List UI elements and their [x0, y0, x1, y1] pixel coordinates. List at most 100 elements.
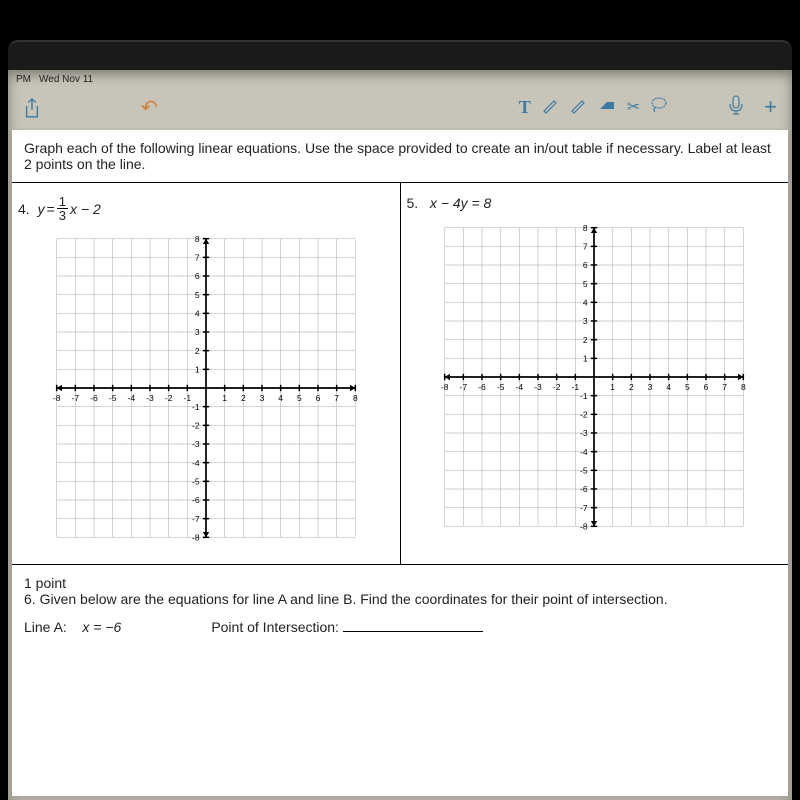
svg-text:-8: -8 — [580, 522, 588, 532]
problem-4-equation: 4. y = 1 3 x − 2 — [18, 191, 394, 228]
svg-text:-4: -4 — [580, 447, 588, 457]
svg-text:-3: -3 — [580, 428, 588, 438]
plus-icon[interactable]: + — [764, 94, 777, 120]
svg-text:2: 2 — [241, 393, 246, 403]
svg-text:3: 3 — [583, 316, 588, 326]
share-icon[interactable] — [23, 97, 41, 117]
scissors-tool-icon[interactable]: ✂ — [627, 97, 640, 117]
svg-text:7: 7 — [334, 393, 339, 403]
tool-icons-group: T ✂ — [519, 96, 668, 119]
svg-text:-4: -4 — [516, 382, 524, 392]
svg-text:-4: -4 — [192, 458, 200, 468]
lasso-tool-icon[interactable] — [650, 96, 668, 119]
svg-text:-2: -2 — [580, 410, 588, 420]
svg-text:-1: -1 — [572, 382, 580, 392]
worksheet-page: Graph each of the following linear equat… — [12, 130, 788, 796]
svg-text:1: 1 — [195, 365, 200, 375]
svg-text:8: 8 — [741, 382, 746, 392]
problem-5: 5. x − 4y = 8 -8-7-6-5-4-3-2-112345678-8… — [400, 183, 789, 564]
svg-text:-6: -6 — [90, 393, 98, 403]
p4-suffix: x − 2 — [70, 201, 101, 217]
status-left: PM — [16, 74, 31, 85]
svg-text:-5: -5 — [109, 393, 117, 403]
q6-text: 6. Given below are the equations for lin… — [24, 591, 776, 607]
svg-text:-6: -6 — [478, 382, 486, 392]
status-bar: PM Wed Nov 11 — [8, 70, 792, 88]
svg-text:4: 4 — [667, 382, 672, 392]
svg-text:-8: -8 — [192, 533, 200, 543]
p4-prefix: = — [47, 201, 55, 217]
lineA-label: Line A: — [24, 619, 67, 635]
svg-text:8: 8 — [195, 234, 200, 244]
svg-text:2: 2 — [583, 335, 588, 345]
svg-text:-8: -8 — [441, 382, 449, 392]
coordinate-grid-4: -8-7-6-5-4-3-2-112345678-8-7-6-5-4-3-2-1… — [36, 228, 376, 548]
svg-text:3: 3 — [195, 327, 200, 337]
svg-text:4: 4 — [583, 298, 588, 308]
svg-text:6: 6 — [195, 271, 200, 281]
svg-text:1: 1 — [611, 382, 616, 392]
svg-text:4: 4 — [278, 393, 283, 403]
svg-text:5: 5 — [297, 393, 302, 403]
svg-text:7: 7 — [723, 382, 728, 392]
svg-text:-1: -1 — [183, 393, 191, 403]
problem-6-sub: Line A: x = −6 Point of Intersection: — [12, 613, 788, 649]
tablet-screen: PM Wed Nov 11 ↶ T ✂ — [8, 70, 792, 800]
svg-text:1: 1 — [222, 393, 227, 403]
svg-text:6: 6 — [704, 382, 709, 392]
svg-text:-5: -5 — [497, 382, 505, 392]
svg-text:-2: -2 — [192, 421, 200, 431]
svg-text:-5: -5 — [580, 466, 588, 476]
svg-text:6: 6 — [315, 393, 320, 403]
svg-text:-7: -7 — [192, 514, 200, 524]
text-tool-icon[interactable]: T — [519, 97, 531, 118]
pencil-tool-icon[interactable] — [569, 96, 587, 119]
svg-text:-7: -7 — [460, 382, 468, 392]
svg-text:5: 5 — [583, 279, 588, 289]
svg-text:-2: -2 — [165, 393, 173, 403]
undo-icon[interactable]: ↶ — [141, 95, 158, 120]
mic-icon[interactable] — [728, 94, 744, 121]
svg-text:8: 8 — [583, 223, 588, 233]
svg-text:3: 3 — [648, 382, 653, 392]
svg-text:3: 3 — [259, 393, 264, 403]
photo-background: PM Wed Nov 11 ↶ T ✂ — [0, 0, 800, 800]
svg-text:7: 7 — [583, 242, 588, 252]
problem-6-header: 1 point 6. Given below are the equations… — [12, 565, 788, 613]
p4-number: 4. — [18, 201, 30, 217]
svg-text:5: 5 — [195, 290, 200, 300]
p5-text: x − 4y = 8 — [430, 195, 491, 211]
q6-points: 1 point — [24, 575, 776, 591]
grid-4-holder: -8-7-6-5-4-3-2-112345678-8-7-6-5-4-3-2-1… — [18, 228, 394, 548]
svg-text:2: 2 — [629, 382, 634, 392]
svg-text:-3: -3 — [192, 439, 200, 449]
poi-label: Point of Intersection: — [211, 619, 339, 635]
eraser-tool-icon[interactable] — [597, 97, 617, 118]
svg-text:-3: -3 — [146, 393, 154, 403]
poi-blank[interactable] — [343, 631, 483, 632]
svg-text:1: 1 — [583, 354, 588, 364]
svg-text:5: 5 — [685, 382, 690, 392]
svg-text:-1: -1 — [192, 402, 200, 412]
lineA-eq: x = −6 — [82, 619, 121, 635]
svg-text:7: 7 — [195, 253, 200, 263]
svg-text:-4: -4 — [127, 393, 135, 403]
grid-5-holder: -8 -7 -6 -5 -4 -3 -2 -1 1 2 3 4 5 6 7 8 -8 -7 -6 -5 -4 -3 -2 -1… — [407, 217, 783, 537]
svg-text:8: 8 — [353, 393, 358, 403]
app-toolbar: ↶ T ✂ + — [8, 88, 792, 126]
svg-text:-6: -6 — [192, 495, 200, 505]
problem-5-equation: 5. x − 4y = 8 — [407, 191, 783, 217]
svg-text:-8: -8 — [53, 393, 61, 403]
pen-tool-icon[interactable] — [541, 96, 559, 119]
svg-text:-2: -2 — [553, 382, 561, 392]
svg-text:4: 4 — [195, 309, 200, 319]
coordinate-grid-5: -8 -7 -6 -5 -4 -3 -2 -1 1 2 3 4 5 6 7 8 -8 -7 -6 -5 -4 -3 -2 -1… — [424, 217, 764, 537]
svg-text:2: 2 — [195, 346, 200, 356]
p4-fraction: 1 3 — [57, 195, 68, 222]
svg-text:-7: -7 — [580, 503, 588, 513]
svg-text:-1: -1 — [580, 391, 588, 401]
p5-number: 5. — [407, 195, 419, 211]
svg-text:-6: -6 — [580, 484, 588, 494]
instructions-text: Graph each of the following linear equat… — [12, 130, 788, 183]
svg-text:-3: -3 — [534, 382, 542, 392]
